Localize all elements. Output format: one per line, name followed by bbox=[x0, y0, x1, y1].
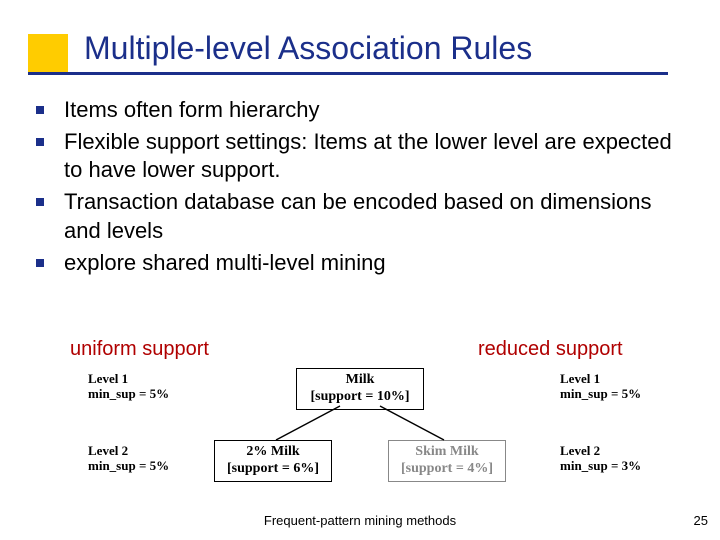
right-level2-label: Level 2 min_sup = 3% bbox=[560, 444, 641, 474]
left-level2-label: Level 2 min_sup = 5% bbox=[88, 444, 169, 474]
bullet-list: Items often form hierarchy Flexible supp… bbox=[36, 96, 676, 281]
bullet-text: Transaction database can be encoded base… bbox=[64, 188, 676, 244]
title-underline bbox=[28, 72, 668, 75]
right-level1-label: Level 1 min_sup = 5% bbox=[560, 372, 641, 402]
bullet-icon bbox=[36, 198, 44, 206]
slide-title: Multiple-level Association Rules bbox=[84, 30, 532, 67]
list-item: explore shared multi-level mining bbox=[36, 249, 676, 277]
label-line: min_sup = 5% bbox=[88, 386, 169, 401]
bullet-icon bbox=[36, 106, 44, 114]
label-line: Level 2 bbox=[88, 443, 128, 458]
box-support: [support = 4%] bbox=[401, 461, 493, 476]
left-level1-label: Level 1 min_sup = 5% bbox=[88, 372, 169, 402]
skim-milk-box: Skim Milk [support = 4%] bbox=[388, 440, 506, 482]
bullet-icon bbox=[36, 138, 44, 146]
label-line: Level 1 bbox=[560, 371, 600, 386]
bullet-text: explore shared multi-level mining bbox=[64, 249, 386, 277]
title-accent-block bbox=[28, 34, 68, 72]
bullet-icon bbox=[36, 259, 44, 267]
uniform-support-label: uniform support bbox=[70, 338, 209, 361]
milk-box: Milk [support = 10%] bbox=[296, 368, 424, 410]
label-line: min_sup = 3% bbox=[560, 458, 641, 473]
label-line: Level 2 bbox=[560, 443, 600, 458]
list-item: Items often form hierarchy bbox=[36, 96, 676, 124]
slide-footer: Frequent-pattern mining methods bbox=[0, 513, 720, 528]
bullet-text: Items often form hierarchy bbox=[64, 96, 320, 124]
box-support: [support = 6%] bbox=[227, 461, 319, 476]
page-number: 25 bbox=[694, 513, 708, 528]
list-item: Flexible support settings: Items at the … bbox=[36, 128, 676, 184]
label-line: min_sup = 5% bbox=[560, 386, 641, 401]
label-line: min_sup = 5% bbox=[88, 458, 169, 473]
label-line: Level 1 bbox=[88, 371, 128, 386]
reduced-support-label: reduced support bbox=[478, 338, 623, 361]
box-title: Skim Milk bbox=[415, 444, 478, 459]
box-title: 2% Milk bbox=[246, 444, 299, 459]
bullet-text: Flexible support settings: Items at the … bbox=[64, 128, 676, 184]
box-support: [support = 10%] bbox=[311, 389, 410, 404]
box-title: Milk bbox=[346, 372, 375, 387]
two-percent-milk-box: 2% Milk [support = 6%] bbox=[214, 440, 332, 482]
list-item: Transaction database can be encoded base… bbox=[36, 188, 676, 244]
